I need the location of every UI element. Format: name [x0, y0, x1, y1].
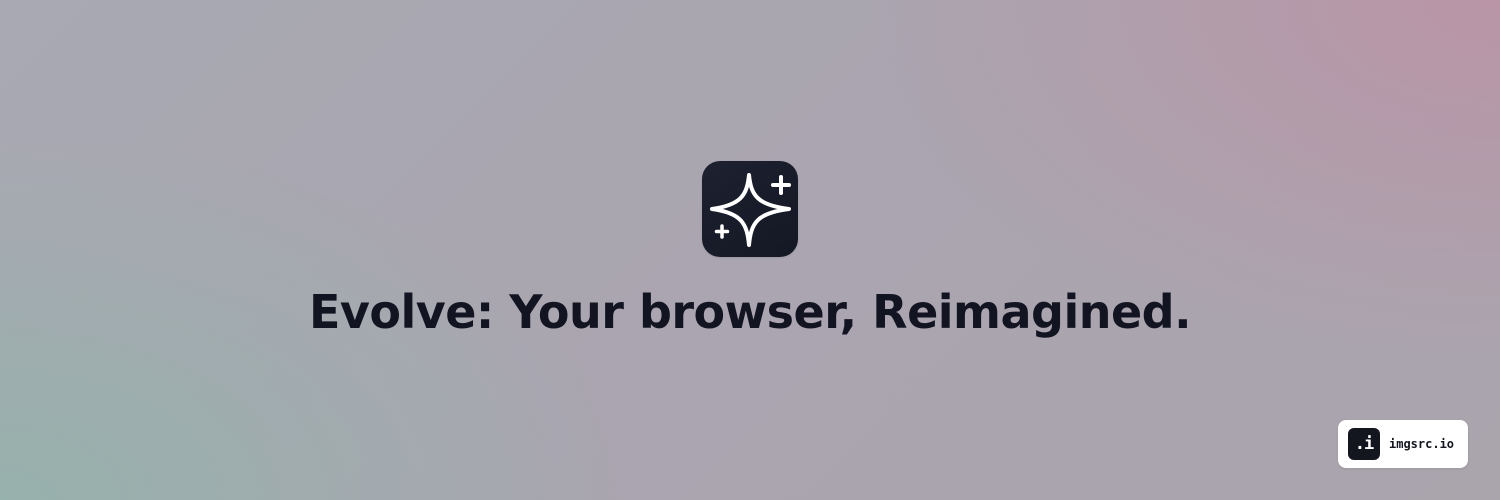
imgsrc-badge[interactable]: .i imgsrc.io — [1338, 420, 1468, 468]
badge-label: imgsrc.io — [1389, 437, 1455, 451]
imgsrc-logo: .i — [1348, 428, 1380, 460]
headline: Evolve: Your browser, Reimagined. — [308, 285, 1192, 339]
sparkles-icon — [710, 173, 791, 247]
app-icon — [702, 161, 798, 257]
